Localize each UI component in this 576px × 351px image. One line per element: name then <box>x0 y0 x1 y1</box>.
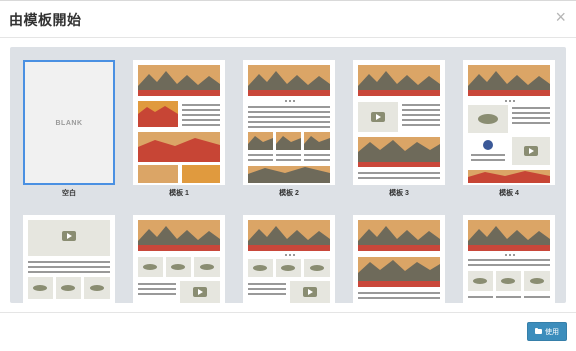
template-card-9[interactable] <box>463 215 555 303</box>
close-icon[interactable]: × <box>555 7 566 27</box>
template-caption-4: 模板 4 <box>499 190 519 197</box>
blank-label: BLANK <box>55 120 83 127</box>
template-card-8[interactable] <box>353 215 445 303</box>
folder-open-icon <box>535 328 542 334</box>
template-card-4[interactable] <box>463 60 555 185</box>
template-caption-3: 模板 3 <box>389 190 409 197</box>
template-dialog: 由模板開始 × BLANK 空白 模板 1 模板 2 模板 3 模板 4 使用 <box>0 0 576 351</box>
template-card-blank[interactable]: BLANK <box>23 60 115 185</box>
dialog-header: 由模板開始 × <box>0 1 576 38</box>
template-5-preview <box>28 220 110 299</box>
footer-divider <box>0 312 576 313</box>
use-button-label: 使用 <box>545 328 559 336</box>
dialog-title: 由模板開始 <box>9 12 82 28</box>
template-2-preview <box>248 65 330 183</box>
template-9-preview <box>468 220 550 298</box>
use-button[interactable]: 使用 <box>527 322 567 341</box>
template-card-2[interactable] <box>243 60 335 185</box>
template-6-preview <box>138 220 220 303</box>
template-card-7[interactable] <box>243 215 335 303</box>
template-gallery[interactable]: BLANK 空白 模板 1 模板 2 模板 3 模板 4 <box>10 47 566 303</box>
template-4-preview <box>468 65 550 183</box>
template-7-preview <box>248 220 330 303</box>
template-1-preview <box>138 65 220 183</box>
template-8-preview <box>358 220 440 299</box>
template-card-6[interactable] <box>133 215 225 303</box>
template-card-1[interactable] <box>133 60 225 185</box>
template-caption-1: 模板 1 <box>169 190 189 197</box>
template-caption-blank: 空白 <box>62 190 76 197</box>
template-card-5[interactable] <box>23 215 115 303</box>
template-card-3[interactable] <box>353 60 445 185</box>
template-caption-2: 模板 2 <box>279 190 299 197</box>
template-3-preview <box>358 65 440 179</box>
